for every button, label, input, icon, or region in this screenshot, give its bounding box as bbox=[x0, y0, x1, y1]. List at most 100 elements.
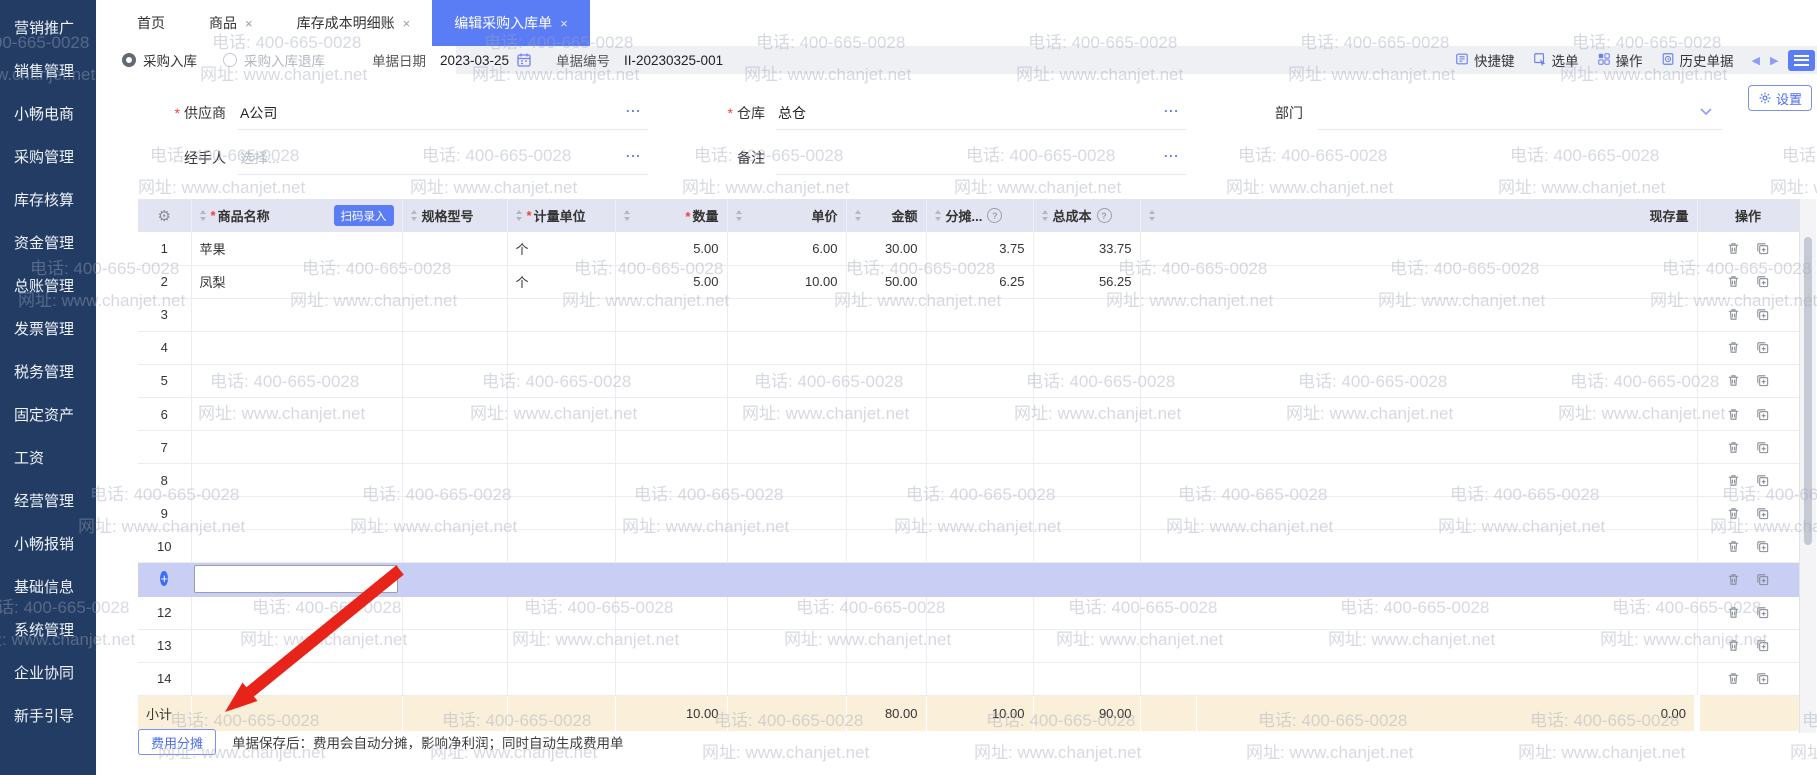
cell-cost[interactable]: 56.25 bbox=[1033, 265, 1140, 298]
cell-name[interactable] bbox=[191, 530, 402, 563]
delete-row-icon[interactable] bbox=[1726, 671, 1741, 686]
delete-row-icon[interactable] bbox=[1726, 506, 1741, 521]
radio-purchase-inbound[interactable]: 采购入库 bbox=[122, 50, 197, 70]
cell-stock[interactable] bbox=[1196, 530, 1697, 563]
delete-row-icon[interactable] bbox=[1726, 638, 1741, 653]
cell-amount[interactable]: 50.00 bbox=[846, 265, 926, 298]
cell-amount[interactable] bbox=[846, 364, 926, 397]
cell-qty[interactable] bbox=[615, 497, 727, 530]
cell-price[interactable] bbox=[727, 397, 846, 430]
cell-cost[interactable] bbox=[1033, 431, 1140, 464]
cell-blank[interactable] bbox=[1140, 596, 1196, 629]
grid-scrollbar-thumb[interactable] bbox=[1804, 237, 1812, 545]
table-row[interactable]: 4 bbox=[138, 331, 1799, 364]
sidebar-item-工资[interactable]: 工资 bbox=[0, 436, 96, 479]
cell-qty[interactable] bbox=[615, 298, 727, 331]
column-header-num[interactable]: ⚙ bbox=[138, 199, 191, 232]
cell-share[interactable]: 6.25 bbox=[926, 265, 1033, 298]
tab-首页[interactable]: 首页 bbox=[115, 0, 187, 46]
cell-qty[interactable] bbox=[615, 629, 727, 662]
cell-stock[interactable] bbox=[1196, 265, 1697, 298]
cell-num[interactable]: 12 bbox=[138, 596, 191, 629]
warehouse-picker-ellipsis[interactable]: ... bbox=[1164, 100, 1179, 115]
column-header-price[interactable]: 单价 bbox=[727, 199, 846, 232]
cell-name[interactable]: 凤梨 bbox=[191, 265, 402, 298]
cell-unit[interactable] bbox=[507, 497, 615, 530]
cell-num[interactable]: 13 bbox=[138, 629, 191, 662]
cell-cost[interactable] bbox=[1033, 464, 1140, 497]
remark-ellipsis[interactable]: ... bbox=[1164, 145, 1179, 160]
cell-spec[interactable] bbox=[402, 364, 507, 397]
cell-blank[interactable] bbox=[1140, 629, 1196, 662]
tab-close-icon[interactable]: × bbox=[560, 16, 568, 31]
cell-stock[interactable] bbox=[1196, 497, 1697, 530]
table-row[interactable]: 12 bbox=[138, 596, 1799, 629]
delete-row-icon[interactable] bbox=[1726, 307, 1741, 322]
copy-insert-row-icon[interactable] bbox=[1755, 671, 1770, 686]
cell-unit[interactable] bbox=[507, 596, 615, 629]
delete-row-icon[interactable] bbox=[1726, 241, 1741, 256]
table-row[interactable]: 8 bbox=[138, 464, 1799, 497]
tab-close-icon[interactable]: × bbox=[245, 16, 253, 31]
cell-name[interactable] bbox=[191, 464, 402, 497]
copy-insert-row-icon[interactable] bbox=[1755, 407, 1770, 422]
cell-spec[interactable] bbox=[402, 596, 507, 629]
cell-num[interactable]: 5 bbox=[138, 364, 191, 397]
cell-num[interactable]: 7 bbox=[138, 431, 191, 464]
cell-cost[interactable] bbox=[1033, 530, 1140, 563]
doc-number-value[interactable]: II-20230325-001 bbox=[624, 53, 723, 68]
cell-spec[interactable] bbox=[402, 662, 507, 695]
product-name-edit-input[interactable] bbox=[194, 565, 398, 593]
table-row[interactable]: 2凤梨个5.0010.0050.006.2556.25 bbox=[138, 265, 1799, 298]
table-row[interactable]: 9 bbox=[138, 497, 1799, 530]
cell-blank[interactable] bbox=[1140, 530, 1196, 563]
grid-scrollbar[interactable] bbox=[1799, 199, 1816, 733]
cell-amount[interactable]: 30.00 bbox=[846, 232, 926, 265]
sidebar-item-税务管理[interactable]: 税务管理 bbox=[0, 350, 96, 393]
cell-unit[interactable] bbox=[507, 331, 615, 364]
copy-insert-row-icon[interactable] bbox=[1755, 241, 1770, 256]
sidebar-item-库存核算[interactable]: 库存核算 bbox=[0, 178, 96, 221]
cell-qty[interactable] bbox=[615, 464, 727, 497]
table-row[interactable]: 6 bbox=[138, 397, 1799, 430]
cell-num[interactable]: 9 bbox=[138, 497, 191, 530]
cell-share[interactable] bbox=[926, 397, 1033, 430]
cell-blank[interactable] bbox=[1140, 431, 1196, 464]
cell-unit[interactable] bbox=[507, 298, 615, 331]
cell-stock[interactable] bbox=[1196, 364, 1697, 397]
cell-spec[interactable] bbox=[402, 265, 507, 298]
tab-编辑采购入库单[interactable]: 编辑采购入库单× bbox=[432, 0, 590, 46]
cell-unit[interactable] bbox=[507, 662, 615, 695]
cell-blank[interactable] bbox=[1140, 298, 1196, 331]
column-header-cost[interactable]: 总成本? bbox=[1033, 199, 1140, 232]
cell-unit[interactable] bbox=[507, 530, 615, 563]
cell-spec[interactable] bbox=[402, 298, 507, 331]
cell-spec[interactable] bbox=[402, 232, 507, 265]
sidebar-item-采购管理[interactable]: 采购管理 bbox=[0, 135, 96, 178]
cell-share[interactable] bbox=[926, 431, 1033, 464]
list-view-toggle-icon[interactable] bbox=[1788, 50, 1815, 71]
cell-share[interactable] bbox=[926, 497, 1033, 530]
cell-num[interactable]: 1 bbox=[138, 232, 191, 265]
cell-name[interactable] bbox=[191, 364, 402, 397]
cell-unit[interactable]: 个 bbox=[507, 232, 615, 265]
copy-insert-row-icon[interactable] bbox=[1755, 572, 1770, 587]
sidebar-item-发票管理[interactable]: 发票管理 bbox=[0, 307, 96, 350]
cell-amount[interactable] bbox=[846, 331, 926, 364]
cell-price[interactable] bbox=[727, 662, 846, 695]
cell-price[interactable] bbox=[727, 431, 846, 464]
help-icon[interactable]: ? bbox=[987, 208, 1002, 223]
copy-insert-row-icon[interactable] bbox=[1755, 274, 1770, 289]
cell-spec[interactable] bbox=[402, 464, 507, 497]
column-header-name[interactable]: *商品名称扫码录入 bbox=[191, 199, 402, 232]
cell-name[interactable] bbox=[191, 662, 402, 695]
cell-cost[interactable] bbox=[1033, 298, 1140, 331]
table-row[interactable]: 13 bbox=[138, 629, 1799, 662]
cell-share[interactable] bbox=[926, 629, 1033, 662]
cell-unit[interactable]: 个 bbox=[507, 265, 615, 298]
column-header-spec[interactable]: 规格型号 bbox=[402, 199, 507, 232]
cell-name[interactable] bbox=[191, 596, 402, 629]
cell-amount[interactable] bbox=[846, 431, 926, 464]
cell-share[interactable] bbox=[926, 364, 1033, 397]
copy-insert-row-icon[interactable] bbox=[1755, 340, 1770, 355]
